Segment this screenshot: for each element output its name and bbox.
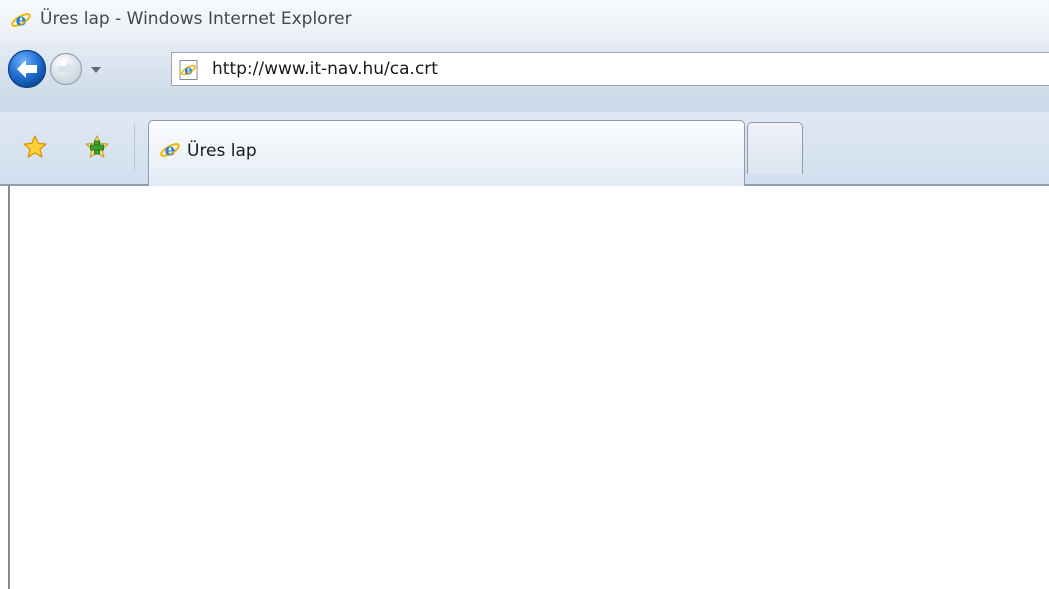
new-tab-button[interactable]	[747, 122, 803, 174]
forward-arrow-icon[interactable]	[49, 52, 83, 86]
star-icon[interactable]	[22, 134, 48, 160]
svg-text:e: e	[165, 141, 176, 161]
browser-window: e Üres lap - Windows Internet Explorer e…	[0, 0, 1049, 589]
back-arrow-icon[interactable]	[7, 49, 47, 89]
svg-text:e: e	[16, 11, 27, 31]
address-bar[interactable]: e	[171, 52, 1049, 86]
window-title: Üres lap - Windows Internet Explorer	[40, 9, 352, 29]
svg-text:e: e	[184, 64, 192, 79]
tab-label: Üres lap	[187, 141, 257, 161]
toolbar-separator	[134, 124, 135, 170]
page-content	[0, 186, 1049, 589]
internet-explorer-icon: e	[11, 11, 31, 31]
title-bar: e Üres lap - Windows Internet Explorer	[0, 0, 1049, 45]
url-input[interactable]	[212, 59, 1032, 79]
page-icon: e	[179, 60, 198, 80]
navigation-bar: e	[0, 44, 1049, 112]
add-favorite-icon[interactable]	[84, 134, 110, 160]
content-left-border	[8, 186, 10, 589]
chevron-down-icon[interactable]	[89, 64, 103, 76]
tab-active[interactable]: e Üres lap	[148, 120, 745, 186]
tab-bar: e Üres lap	[0, 112, 1049, 186]
internet-explorer-icon: e	[160, 141, 180, 161]
